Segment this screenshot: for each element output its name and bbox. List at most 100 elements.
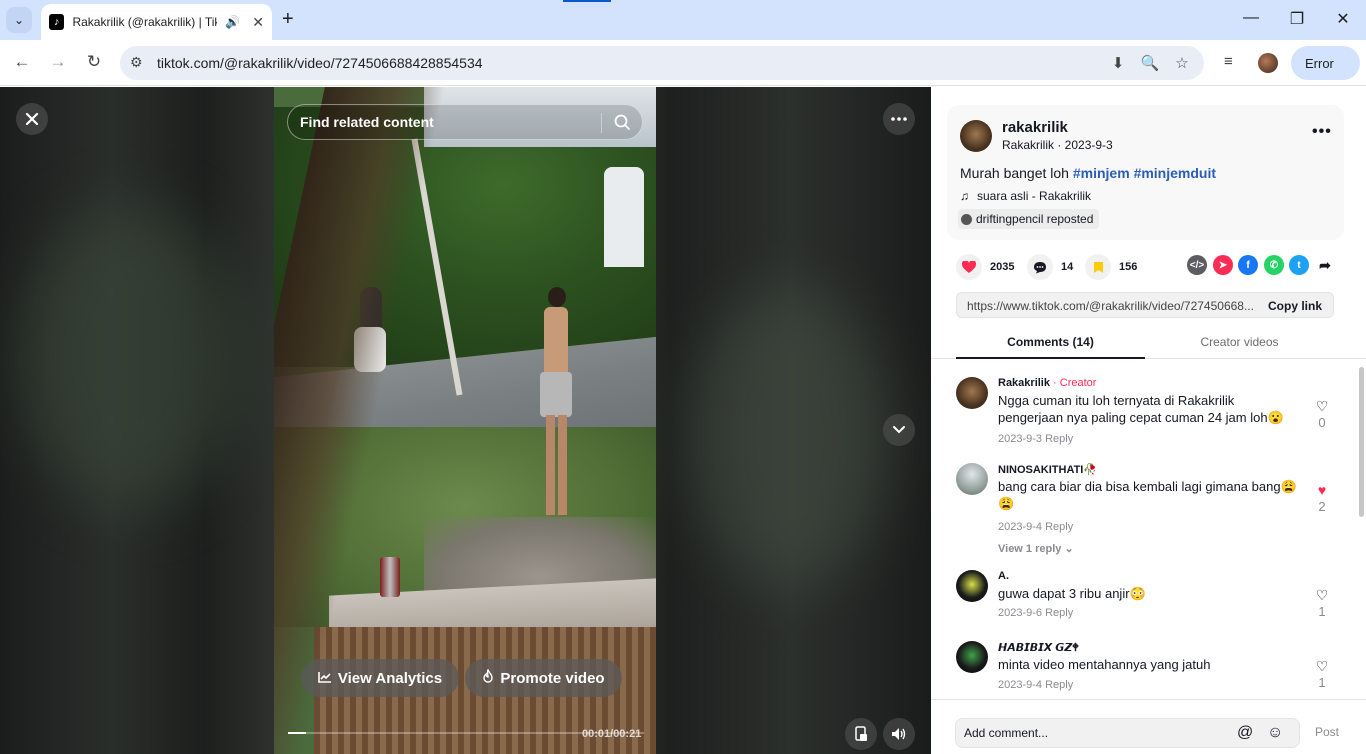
comment-like[interactable]: ♡ 1 <box>1312 659 1332 690</box>
tab-title: Rakakrilik (@rakakrilik) | Tik <box>72 15 218 29</box>
promote-video-button[interactable]: Promote video <box>465 659 622 697</box>
comment-bubble-icon[interactable] <box>1027 254 1053 280</box>
send-to-friends-icon[interactable]: ➤ <box>1213 255 1233 275</box>
whatsapp-icon[interactable]: ✆ <box>1264 255 1284 275</box>
post-comment-button[interactable]: Post <box>1315 725 1339 739</box>
minimize-icon[interactable]: — <box>1241 9 1261 27</box>
hashtag-link[interactable]: #minjemduit <box>1134 165 1216 181</box>
tab-comments[interactable]: Comments (14) <box>956 327 1145 359</box>
mini-player-icon[interactable] <box>845 718 877 750</box>
more-options-icon[interactable] <box>883 103 915 135</box>
video-player-area: Find related content View Analytics Prom… <box>0 87 931 754</box>
comment-like-count: 1 <box>1318 604 1326 619</box>
zoom-icon[interactable]: 🔍 <box>1140 54 1160 72</box>
media-controls-icon[interactable]: ≡ <box>1224 53 1233 70</box>
comment-item: 𝙃𝘼𝘽𝙄𝘽𝙄𝙓 𝙂𝙕🕈 minta video mentahannya yang… <box>956 641 1331 699</box>
view-analytics-button[interactable]: View Analytics <box>301 659 459 697</box>
twitter-icon[interactable]: t <box>1289 255 1309 275</box>
commenter-username[interactable]: Rakakrilik <box>998 377 1050 389</box>
comment-composer: Add comment... @ ☺ Post <box>931 699 1366 754</box>
volume-icon[interactable] <box>883 718 915 750</box>
find-related-search[interactable]: Find related content <box>287 104 643 140</box>
comment-meta[interactable]: 2023-9-4 Reply <box>998 521 1073 533</box>
heart-icon[interactable] <box>956 254 982 280</box>
heart-outline-icon[interactable]: ♡ <box>1312 659 1332 673</box>
search-icon[interactable] <box>613 113 631 131</box>
bookmark-star-icon[interactable]: ☆ <box>1172 54 1192 72</box>
facebook-icon[interactable]: f <box>1238 255 1258 275</box>
embed-icon[interactable]: </> <box>1187 255 1207 275</box>
address-bar[interactable]: ⚙ tiktok.com/@rakakrilik/video/727450668… <box>120 46 1204 80</box>
comment-like-count: 0 <box>1318 415 1326 430</box>
view-replies-link[interactable]: View 1 reply ⌄ <box>998 542 1074 555</box>
new-tab-icon[interactable]: + <box>282 8 294 30</box>
tiktok-favicon-icon: ♪ <box>49 14 65 30</box>
tab-strip-indicator <box>563 0 611 2</box>
commenter-avatar[interactable] <box>956 641 988 673</box>
repost-text: driftingpencil reposted <box>976 212 1094 226</box>
post-info-card: rakakrilik Rakakrilik · 2023-9-3 ••• Mur… <box>947 105 1344 240</box>
comment-item: Rakakrilik · Creator Ngga cuman itu loh … <box>956 377 1331 457</box>
author-avatar[interactable] <box>960 120 992 152</box>
reload-icon[interactable]: ↻ <box>83 52 105 72</box>
author-name[interactable]: rakakrilik <box>1002 119 1068 136</box>
emoji-icon[interactable]: ☺ <box>1267 724 1283 742</box>
comment-meta[interactable]: 2023-9-6 Reply <box>998 607 1073 619</box>
author-subtitle: Rakakrilik · 2023-9-3 <box>1002 138 1113 152</box>
close-video-icon[interactable] <box>16 103 48 135</box>
video-frame[interactable] <box>274 87 656 754</box>
comments-scrollbar[interactable] <box>1359 367 1364 517</box>
share-more-icon[interactable]: ➦ <box>1315 255 1335 275</box>
comment-action[interactable]: 14 <box>1027 254 1073 280</box>
commenter-name[interactable]: A. <box>998 570 1009 582</box>
forward-icon[interactable]: → <box>47 52 69 72</box>
comment-like[interactable]: ♥ 2 <box>1312 483 1332 514</box>
mention-icon[interactable]: @ <box>1237 724 1253 742</box>
save-action[interactable]: 156 <box>1085 254 1137 280</box>
restore-icon[interactable]: ❐ <box>1287 9 1307 29</box>
install-app-icon[interactable]: ⬇ <box>1108 54 1128 72</box>
close-tab-icon[interactable]: ✕ <box>252 14 264 31</box>
heart-filled-icon[interactable]: ♥ <box>1312 483 1332 497</box>
comment-meta[interactable]: 2023-9-4 Reply <box>998 679 1073 691</box>
tab-creator-videos[interactable]: Creator videos <box>1145 327 1334 359</box>
copy-link-button[interactable]: Copy link <box>1268 299 1322 313</box>
like-action[interactable]: 2035 <box>956 254 1014 280</box>
commenter-avatar[interactable] <box>956 570 988 602</box>
commenter-name[interactable]: Rakakrilik · Creator <box>998 377 1096 389</box>
video-progress-fill <box>288 732 306 734</box>
commenter-avatar[interactable] <box>956 377 988 409</box>
heart-outline-icon[interactable]: ♡ <box>1312 588 1332 602</box>
video-link-text[interactable]: https://www.tiktok.com/@rakakrilik/video… <box>967 299 1257 313</box>
speaker-icon[interactable]: 🔊 <box>225 15 240 29</box>
bookmark-icon[interactable] <box>1085 254 1111 280</box>
repost-indicator[interactable]: driftingpencil reposted <box>958 209 1100 229</box>
commenter-name[interactable]: NINOSAKITHATI🥀 <box>998 463 1097 476</box>
commenter-avatar[interactable] <box>956 463 988 495</box>
browser-tab[interactable]: ♪ Rakakrilik (@rakakrilik) | Tik 🔊 ✕ <box>41 4 272 40</box>
comment-like[interactable]: ♡ 0 <box>1312 399 1332 430</box>
reposter-avatar <box>961 213 972 225</box>
hashtag-link[interactable]: #minjem <box>1073 165 1130 181</box>
caption-text: Murah banget loh <box>960 165 1073 181</box>
search-divider <box>601 113 602 133</box>
comment-item: NINOSAKITHATI🥀 bang cara biar dia bisa k… <box>956 463 1332 555</box>
comment-like[interactable]: ♡ 1 <box>1312 588 1332 619</box>
tab-search-dropdown-icon[interactable]: ⌄ <box>6 7 32 33</box>
comment-text: Ngga cuman itu loh ternyata di Rakakrili… <box>998 393 1284 425</box>
music-link[interactable]: ♫ suara asli - Rakakrilik <box>960 189 1091 203</box>
heart-outline-icon[interactable]: ♡ <box>1312 399 1332 413</box>
comment-meta[interactable]: 2023-9-3 Reply <box>998 433 1073 445</box>
back-icon[interactable]: ← <box>11 52 33 72</box>
site-info-icon[interactable]: ⚙ <box>130 54 143 71</box>
post-more-options-icon[interactable]: ••• <box>1312 123 1332 141</box>
like-count: 2035 <box>990 261 1015 273</box>
comments-tabs: Comments (14) Creator videos <box>931 327 1366 359</box>
close-window-icon[interactable]: ✕ <box>1333 9 1353 29</box>
commenter-name[interactable]: 𝙃𝘼𝘽𝙄𝘽𝙄𝙓 𝙂𝙕🕈 <box>998 641 1079 655</box>
profile-error-button[interactable]: Error <box>1291 46 1360 80</box>
next-video-chevron-icon[interactable] <box>883 414 915 446</box>
search-placeholder: Find related content <box>300 114 434 130</box>
profile-avatar[interactable] <box>1258 53 1278 73</box>
url-text[interactable]: tiktok.com/@rakakrilik/video/72745066884… <box>157 55 483 71</box>
